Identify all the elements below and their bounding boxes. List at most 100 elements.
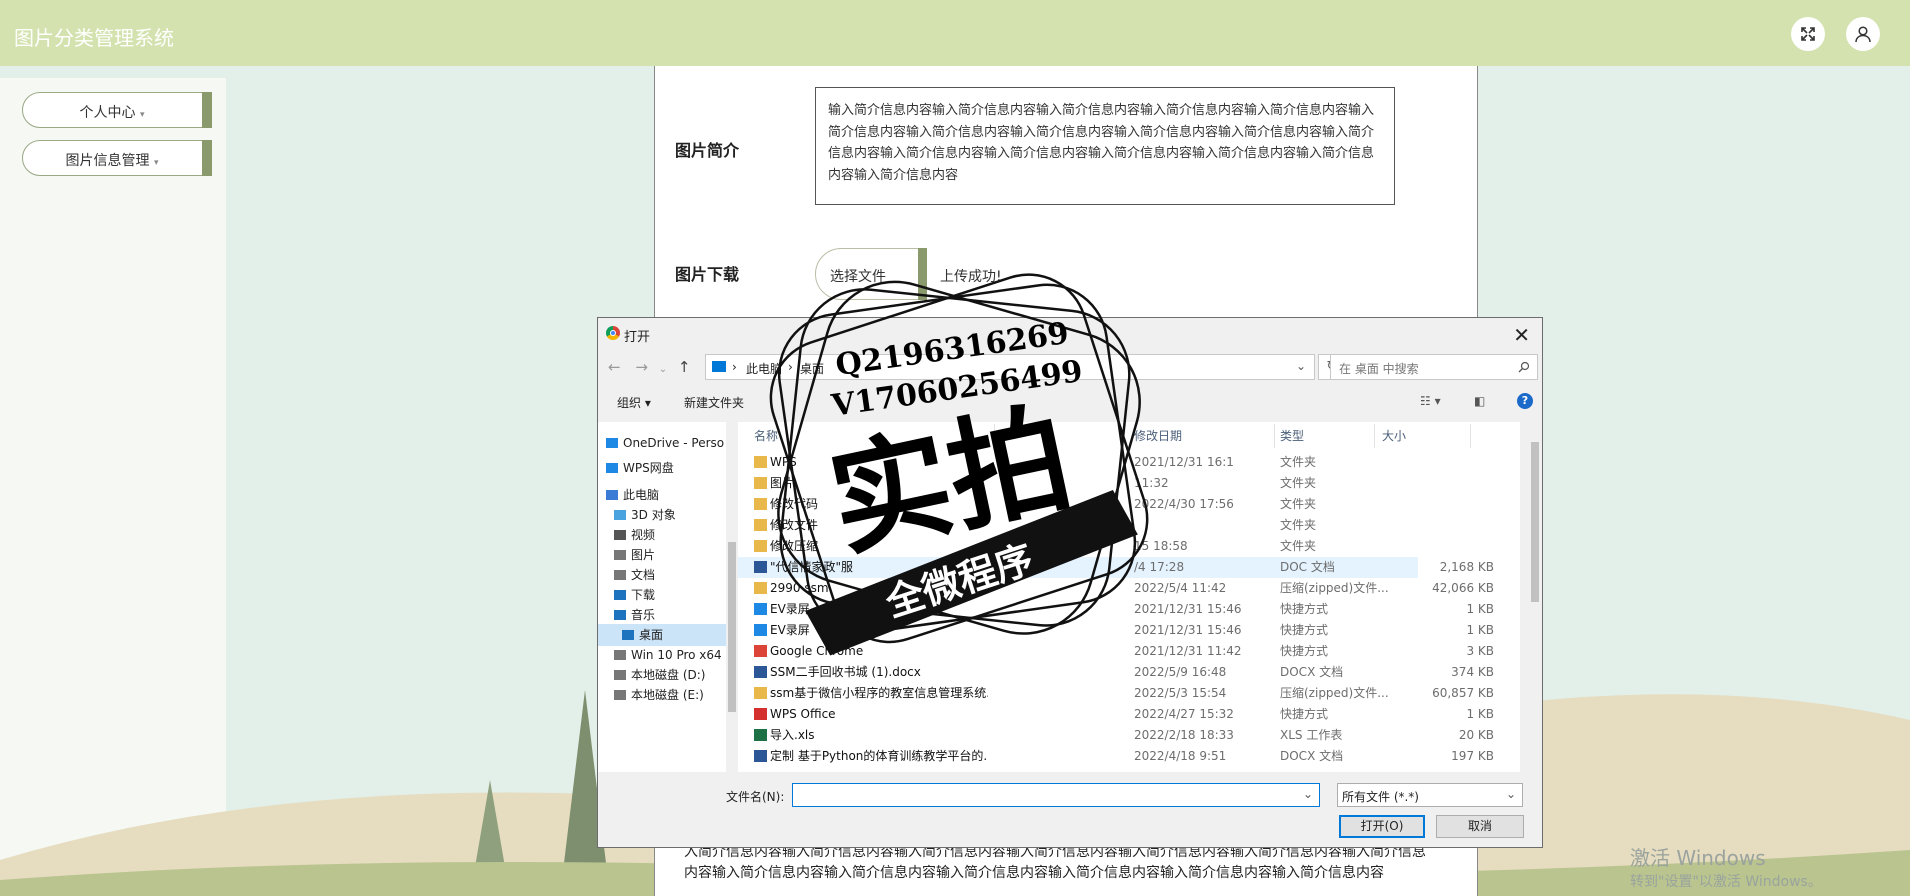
- column-separator[interactable]: [994, 424, 995, 448]
- close-icon: ✕: [1513, 323, 1530, 347]
- search-box[interactable]: 在 桌面 中搜索: [1330, 354, 1538, 380]
- file-row[interactable]: 导入.xls 2022/2/18 18:33 XLS 工作表 20 KB: [738, 725, 1494, 746]
- cloud-icon: [606, 438, 618, 448]
- file-row[interactable]: 定制 基于Python的体育训练教学平台的... 2022/4/18 9:51 DO…: [738, 746, 1494, 767]
- nav-item[interactable]: Win 10 Pro x64: [614, 644, 722, 666]
- column-name[interactable]: 名称: [754, 422, 778, 450]
- file-row[interactable]: 修改压缩 15 18:58 文件夹: [738, 536, 1418, 557]
- search-input[interactable]: 在 桌面 中搜索: [1330, 354, 1538, 380]
- file-row[interactable]: ssm基于微信小程序的教室信息管理系统... 2022/5/3 15:54 压缩(z…: [738, 683, 1494, 704]
- fullscreen-button[interactable]: [1791, 17, 1825, 51]
- nav-item[interactable]: 此电脑: [606, 484, 659, 506]
- user-button[interactable]: [1846, 17, 1880, 51]
- cancel-button[interactable]: 取消: [1436, 815, 1524, 838]
- chevron-down-icon[interactable]: ⌄: [1303, 787, 1313, 801]
- open-button[interactable]: 打开(O): [1339, 815, 1425, 838]
- scroll-thumb[interactable]: [1531, 442, 1539, 602]
- column-size[interactable]: 大小: [1382, 422, 1406, 450]
- file-row[interactable]: EV录屏 2021/12/31 15:46 快捷方式 1 KB: [738, 599, 1494, 620]
- chrome-icon: [754, 645, 767, 657]
- top-bar: 图片分类管理系统: [0, 0, 1910, 66]
- nav-item[interactable]: 图片: [614, 544, 655, 566]
- nav-item[interactable]: OneDrive - Perso: [606, 432, 724, 454]
- file-list: 名称 修改日期 类型 大小 WPS 2021/12/31 16:1 文件夹 图片 11…: [738, 422, 1520, 772]
- file-row[interactable]: 2990 ssm 2022/5/4 11:42 压缩(zipped)文件... 42,…: [738, 578, 1494, 599]
- column-separator[interactable]: [1274, 424, 1275, 448]
- file-row[interactable]: 修改代码 2022/4/30 17:56 文件夹: [738, 494, 1418, 515]
- nav-item[interactable]: 音乐: [614, 604, 655, 626]
- folder-icon: [754, 456, 767, 468]
- column-date[interactable]: 修改日期: [1134, 422, 1182, 450]
- nav-item[interactable]: 下载: [614, 584, 655, 606]
- nav-item[interactable]: 文档: [614, 564, 655, 586]
- navigation-pane: OneDrive - Perso WPS网盘 此电脑 3D 对象 视频 图片 文…: [598, 422, 726, 772]
- recent-dropdown-icon[interactable]: ⌄: [659, 364, 667, 375]
- upload-status: 上传成功!: [940, 269, 1002, 285]
- file-row[interactable]: 图片 11:32 文件夹: [738, 473, 1418, 494]
- file-row[interactable]: 修改文件 文件夹: [738, 515, 1418, 536]
- nav-arrows: ← → ⌄ ↑: [608, 358, 690, 376]
- forward-icon[interactable]: →: [635, 358, 648, 376]
- intro-label: 图片简介: [675, 141, 740, 160]
- organize-button[interactable]: 组织 ▾: [617, 394, 651, 411]
- breadcrumb-this-pc[interactable]: 此电脑: [746, 360, 782, 377]
- download-icon: [614, 590, 626, 600]
- doc-icon: [754, 561, 767, 573]
- video-icon: [614, 530, 626, 540]
- dialog-toolbar: 组织 ▾ 新建文件夹 ☷ ▾ ◧ ?: [598, 388, 1542, 416]
- column-type[interactable]: 类型: [1280, 422, 1304, 450]
- chevron-down-icon[interactable]: ⌄: [1296, 359, 1306, 373]
- nav-scrollbar[interactable]: [726, 422, 738, 772]
- drive-icon: [614, 670, 626, 680]
- computer-icon: [606, 490, 618, 500]
- filetype-select[interactable]: 所有文件 (*.*) ⌄: [1337, 783, 1523, 807]
- file-row-highlighted[interactable]: "代信情家政"服/4 17:28 DOC 文档 2,168 KB: [738, 557, 1494, 578]
- nav-item[interactable]: WPS网盘: [606, 457, 674, 479]
- file-row[interactable]: SSM二手回收书城 (1).docx 2022/5/9 16:48 DOCX 文档 3…: [738, 662, 1494, 683]
- fullscreen-icon: [1801, 27, 1815, 41]
- preview-pane-icon[interactable]: ◧: [1474, 394, 1485, 408]
- nav-item[interactable]: 视频: [614, 524, 655, 546]
- sidebar-item-image-info[interactable]: 图片信息管理 ▾: [22, 140, 212, 176]
- user-icon: [1855, 26, 1871, 43]
- close-button[interactable]: ✕: [1513, 323, 1530, 347]
- nav-item[interactable]: 本地磁盘 (D:): [614, 664, 705, 686]
- intro-textarea[interactable]: 输入简介信息内容输入简介信息内容输入简介信息内容输入简介信息内容输入简介信息内容…: [815, 87, 1395, 205]
- nav-item-selected[interactable]: 桌面: [598, 624, 726, 646]
- folder-icon: [754, 540, 767, 552]
- windows-watermark: 激活 Windows 转到"设置"以激活 Windows。: [1630, 842, 1822, 891]
- file-row[interactable]: Google Chrome 2021/12/31 11:42 快捷方式 3 KB: [738, 641, 1494, 662]
- choose-file-accent: [918, 248, 927, 300]
- sidebar-item-label: 图片信息管理 ▾: [65, 153, 159, 169]
- address-bar[interactable]: › 此电脑 › 桌面 ⌄: [705, 354, 1315, 380]
- file-row[interactable]: WPS 2021/12/31 16:1 文件夹: [738, 452, 1418, 473]
- bottom-intro-text: 入简介信息内容输入简介信息内容输入简介信息内容输入简介信息内容输入简介信息内容输…: [684, 844, 1426, 881]
- column-separator[interactable]: [1470, 424, 1471, 448]
- download-label: 图片下载: [675, 265, 740, 284]
- nav-item[interactable]: 本地磁盘 (E:): [614, 684, 704, 706]
- drive-icon: [614, 690, 626, 700]
- view-options-icon[interactable]: ☷ ▾: [1420, 394, 1441, 408]
- column-separator[interactable]: [1374, 424, 1375, 448]
- file-scrollbar[interactable]: [1528, 422, 1542, 772]
- new-folder-button[interactable]: 新建文件夹: [684, 394, 744, 411]
- wps-icon: [754, 708, 767, 720]
- filename-input[interactable]: ⌄: [792, 783, 1320, 807]
- choose-file-button[interactable]: 选择文件: [815, 248, 927, 300]
- help-icon[interactable]: ?: [1517, 393, 1533, 409]
- breadcrumb-desktop[interactable]: 桌面: [800, 360, 824, 377]
- sidebar-item-personal-center[interactable]: 个人中心 ▾: [22, 92, 212, 128]
- chrome-icon: [606, 326, 620, 340]
- file-row[interactable]: WPS Office 2022/4/27 15:32 快捷方式 1 KB: [738, 704, 1494, 725]
- nav-item[interactable]: 3D 对象: [614, 504, 676, 526]
- file-row[interactable]: EV录屏 2021/12/31 15:46 快捷方式 1 KB: [738, 620, 1494, 641]
- filename-label: 文件名(N):: [726, 790, 785, 804]
- caret-down-icon: ▾: [139, 110, 145, 120]
- breadcrumb-separator: ›: [788, 360, 793, 374]
- folder-icon: [754, 519, 767, 531]
- scroll-thumb[interactable]: [728, 542, 736, 712]
- sidebar-item-accent: [202, 92, 212, 128]
- back-icon[interactable]: ←: [608, 358, 621, 376]
- up-icon[interactable]: ↑: [678, 358, 691, 376]
- document-icon: [614, 570, 626, 580]
